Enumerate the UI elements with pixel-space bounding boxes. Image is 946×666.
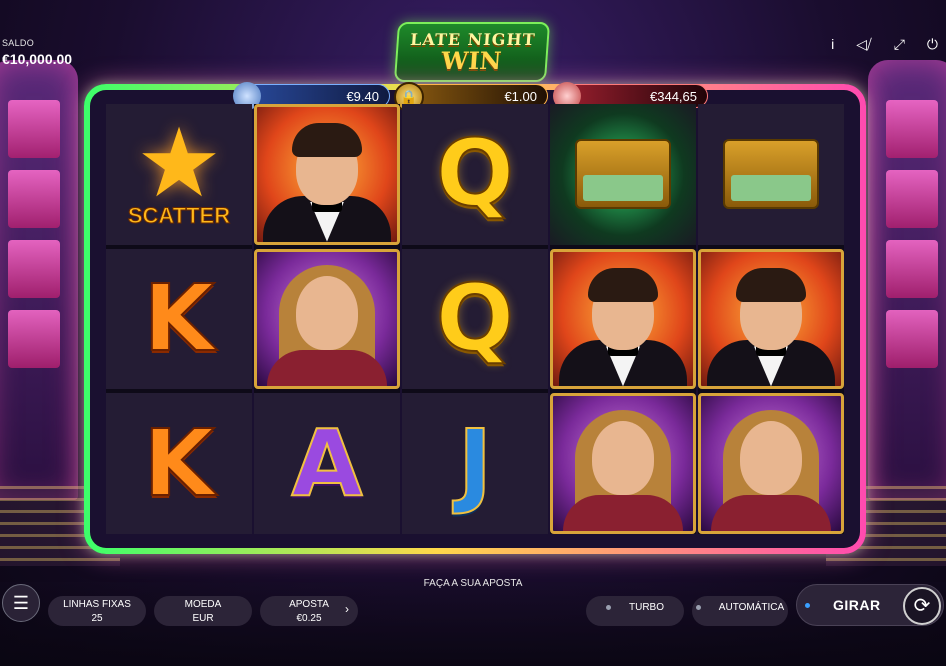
man-symbol	[698, 248, 844, 390]
bet-selector[interactable]: APOSTA €0.25	[260, 596, 358, 626]
fullscreen-icon[interactable]: ⤢	[894, 36, 905, 53]
letter-symbol: A	[254, 393, 400, 534]
reel-2: A	[254, 104, 400, 534]
symbol-a: A	[290, 409, 363, 517]
coin-label: MOEDA	[184, 599, 222, 610]
left-tower-decoration	[0, 60, 78, 500]
woman-symbol	[254, 248, 400, 390]
briefcase-icon	[575, 139, 671, 210]
symbol-q: Q	[435, 120, 515, 228]
symbol-q: Q	[435, 264, 515, 372]
power-icon[interactable]: ⏻	[927, 36, 938, 53]
lines-label: LINHAS FIXAS	[63, 599, 131, 610]
jackpot-red-value: €344,65	[650, 89, 697, 104]
autoplay-indicator	[695, 604, 701, 610]
scatter-symbol: ★ SCATTER	[106, 104, 252, 245]
reel-1: ★ SCATTER K K	[106, 104, 252, 534]
top-controls: i ◁⧸ ⤢ ⏻	[831, 36, 938, 53]
balance-label: SALDO	[2, 38, 35, 48]
sound-icon[interactable]: ◁⧸	[856, 36, 872, 53]
turbo-button[interactable]: TURBO	[586, 596, 684, 626]
reel-grid: ★ SCATTER K K A Q Q J	[106, 104, 844, 534]
symbol-k: K	[142, 409, 215, 517]
letter-symbol: K	[106, 393, 252, 534]
fixed-lines-display: LINHAS FIXAS 25	[48, 596, 146, 626]
letter-symbol: Q	[402, 104, 548, 245]
woman-symbol	[698, 393, 844, 534]
turbo-indicator	[606, 604, 611, 610]
hamburger-icon: ☰	[12, 593, 30, 613]
turbo-label: TURBO	[629, 602, 664, 613]
balance-value: €10,000.00	[2, 51, 73, 67]
chevron-right-icon[interactable]: ›	[345, 602, 349, 616]
balance-display: SALDO €10,000.00	[2, 38, 72, 67]
symbol-k: K	[142, 264, 215, 372]
reel-5	[698, 104, 844, 534]
reel-4	[550, 104, 696, 534]
game-logo: LATE NIGHT WIN	[393, 22, 551, 82]
man-symbol	[550, 248, 696, 390]
cash-case-symbol	[550, 104, 696, 245]
spin-button[interactable]: GIRAR ⟳	[796, 584, 944, 626]
right-tower-decoration	[868, 60, 946, 500]
spin-indicator	[805, 603, 810, 608]
letter-symbol: K	[106, 248, 252, 390]
symbol-j: J	[457, 409, 493, 517]
star-icon: ★	[135, 110, 223, 218]
scatter-label: SCATTER	[127, 203, 231, 229]
menu-button[interactable]: ☰	[2, 584, 40, 622]
bet-value: €0.25	[296, 613, 322, 624]
briefcase-icon	[723, 139, 819, 210]
reel-3: Q Q J	[402, 104, 548, 534]
autoplay-label: AUTOMÁTICA	[718, 602, 785, 613]
letter-symbol: J	[402, 393, 548, 534]
bet-label: APOSTA	[289, 599, 329, 610]
spin-label: GIRAR	[833, 597, 881, 613]
jackpot-blue-value: €9.40	[346, 89, 379, 104]
coin-selector[interactable]: MOEDA EUR	[154, 596, 252, 626]
info-icon[interactable]: i	[831, 36, 834, 53]
woman-symbol	[550, 393, 696, 534]
coin-value: EUR	[192, 613, 214, 624]
man-symbol	[254, 104, 400, 245]
cash-case-symbol	[698, 104, 844, 245]
letter-symbol: Q	[402, 248, 548, 390]
jackpot-gold-value: €1.00	[504, 89, 537, 104]
autoplay-button[interactable]: AUTOMÁTICA	[692, 596, 788, 626]
lines-value: 25	[91, 613, 103, 624]
logo-line-2: WIN	[440, 46, 503, 75]
refresh-icon[interactable]: ⟳	[903, 587, 941, 625]
